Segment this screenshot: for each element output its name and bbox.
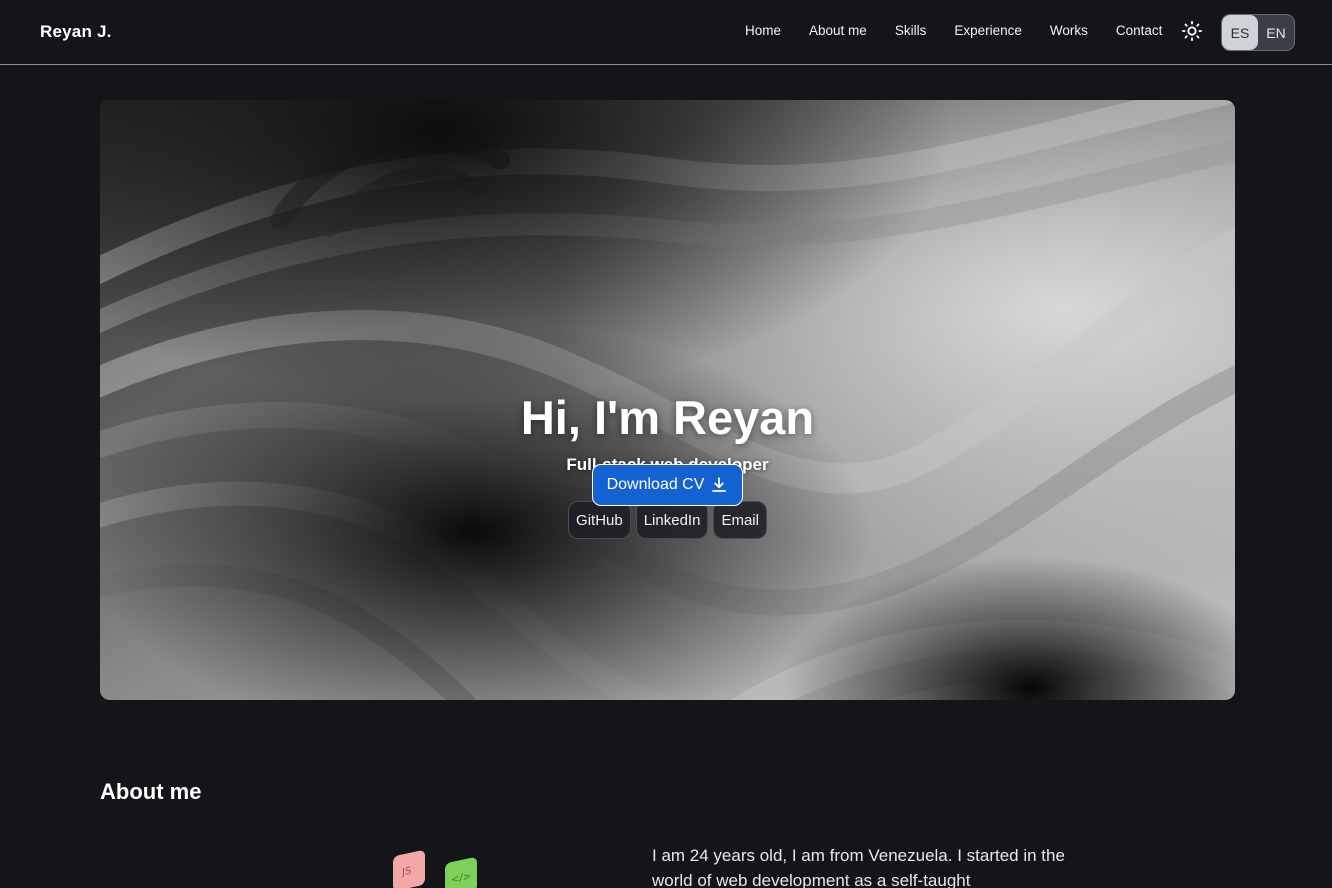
hero-title: Hi, I'm Reyan bbox=[520, 391, 815, 444]
social-links: GitHub LinkedIn Email bbox=[100, 501, 1235, 539]
github-link[interactable]: GitHub bbox=[568, 501, 631, 539]
language-switcher: ES EN bbox=[1221, 14, 1295, 51]
lang-es-button[interactable]: ES bbox=[1222, 15, 1258, 50]
nav-contact-link[interactable]: Contact bbox=[1116, 23, 1163, 38]
nav-experience-link[interactable]: Experience bbox=[954, 23, 1022, 38]
download-cv-button[interactable]: Download CV bbox=[592, 464, 743, 506]
linkedin-link[interactable]: LinkedIn bbox=[635, 501, 709, 539]
nav-about-link[interactable]: About me bbox=[809, 23, 867, 38]
about-description: I am 24 years old, I am from Venezuela. … bbox=[652, 846, 1065, 888]
top-navbar: Reyan J. Home About me Skills Experience… bbox=[0, 0, 1332, 65]
sun-icon[interactable] bbox=[1181, 20, 1203, 42]
brand-logo-text[interactable]: Reyan J. bbox=[40, 22, 112, 42]
code-badge-icon: </> bbox=[445, 856, 477, 888]
about-section-title: About me bbox=[100, 779, 202, 804]
main-nav: Home About me Skills Experience Works Co… bbox=[745, 23, 1190, 38]
nav-works-link[interactable]: Works bbox=[1050, 23, 1088, 38]
nav-skills-link[interactable]: Skills bbox=[895, 23, 927, 38]
email-link[interactable]: Email bbox=[713, 501, 767, 539]
download-cv-label: Download CV bbox=[606, 476, 705, 493]
nav-home-link[interactable]: Home bbox=[745, 23, 781, 38]
hero-banner: Hi, I'm Reyan Full-stack web developer G… bbox=[100, 100, 1235, 700]
js-badge-icon: JS bbox=[393, 849, 425, 888]
lang-en-button[interactable]: EN bbox=[1258, 15, 1294, 50]
download-icon bbox=[712, 477, 727, 492]
